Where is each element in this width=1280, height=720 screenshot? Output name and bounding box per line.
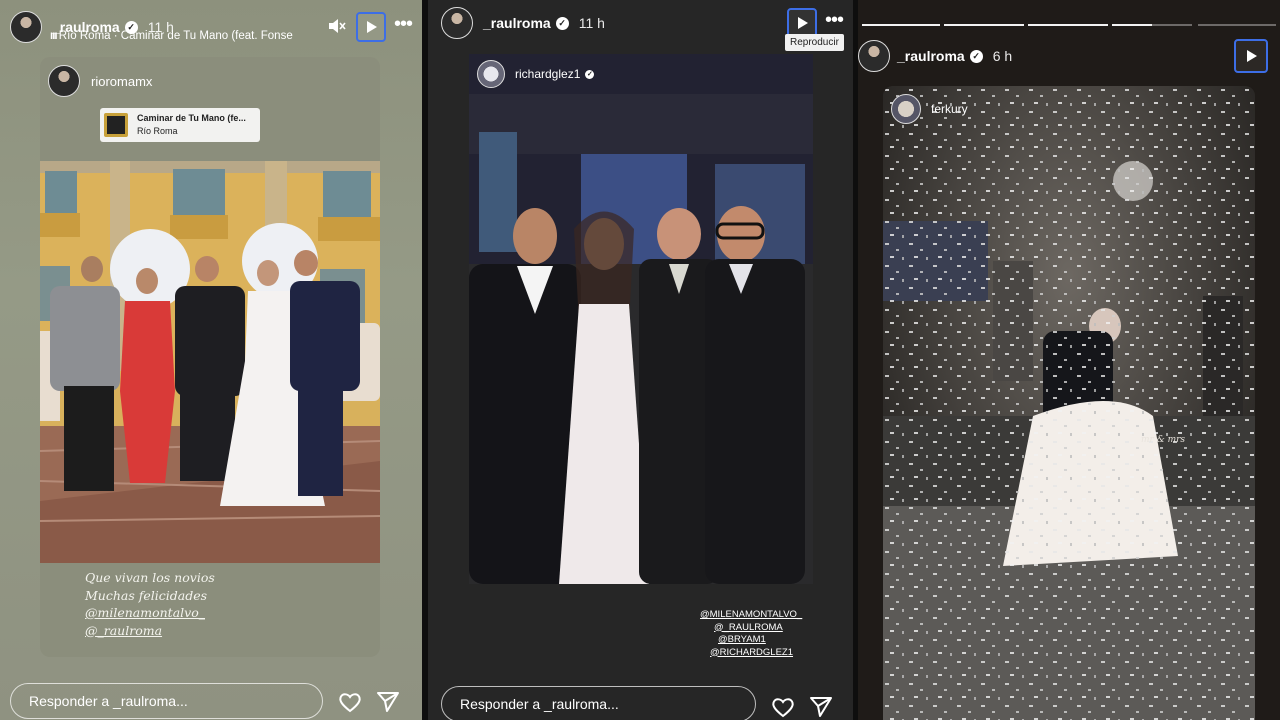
progress-segment (862, 24, 940, 26)
song-line: Río Roma · Caminar de Tu Mano (feat. Fon… (58, 30, 293, 42)
repost-username[interactable]: rioromamx (91, 74, 152, 89)
avatar[interactable] (441, 7, 473, 39)
story-username[interactable]: _raulroma (897, 48, 965, 64)
send-icon[interactable] (808, 694, 834, 720)
more-options-icon[interactable]: ••• (825, 10, 844, 31)
repost-card[interactable]: ferkury mr & mrs (883, 86, 1255, 720)
repost-avatar[interactable] (48, 65, 80, 97)
sticker-title: Caminar de Tu Mano (fe... (137, 113, 246, 123)
mention-link[interactable]: @milenamontalvo_ (85, 604, 215, 622)
repost-avatar[interactable] (891, 94, 921, 124)
reply-placeholder: Responder a _raulroma... (460, 696, 619, 712)
story-caption: Que vivan los novios Muchas felicidades … (85, 569, 215, 639)
mention-link[interactable]: @RICHARDGLEZ1 (710, 647, 802, 660)
song-info[interactable]: ııı Río Roma · Caminar de Tu Mano (feat.… (50, 30, 293, 42)
play-button[interactable] (355, 12, 386, 42)
repost-username[interactable]: ferkury (931, 102, 968, 116)
mention-link[interactable]: @_raulroma (85, 622, 215, 640)
muted-speaker-icon[interactable] (328, 18, 346, 37)
progress-segment (1152, 24, 1192, 26)
sticker-artist: Río Roma (137, 126, 178, 136)
story-panel-2[interactable]: _raulroma ✓ 11 h ••• Reproducir richardg… (428, 0, 853, 720)
verified-badge-icon: ✓ (585, 69, 595, 79)
album-art (104, 113, 128, 137)
story-photo (40, 161, 380, 563)
verified-badge-icon: ✓ (555, 16, 569, 30)
reply-input[interactable]: Responder a _raulroma... (10, 683, 323, 719)
more-options-icon[interactable]: ••• (394, 14, 413, 35)
repost-card[interactable]: rioromamx Caminar de Tu Mano (fe... Río … (40, 57, 380, 657)
story-panel-1[interactable]: _raulroma ✓ 11 h ••• ııı Río Roma · Cami… (0, 0, 422, 720)
story-header: _raulroma ✓ 11 h ••• (441, 7, 844, 39)
reply-placeholder: Responder a _raulroma... (29, 693, 188, 709)
play-icon (366, 21, 377, 33)
mention-link[interactable]: @MILENAMONTALVO_ (700, 609, 802, 622)
progress-segment (1198, 24, 1276, 26)
caption-line: Que vivan los novios (85, 570, 215, 585)
music-sticker[interactable]: Caminar de Tu Mano (fe... Río Roma (100, 108, 260, 142)
avatar[interactable] (10, 11, 42, 43)
play-button[interactable] (1234, 39, 1268, 73)
avatar[interactable] (858, 40, 890, 72)
story-photo (469, 54, 813, 584)
play-icon (1247, 50, 1257, 62)
play-icon (797, 17, 808, 29)
repost-header: ferkury (891, 94, 968, 124)
mentions-block: @MILENAMONTALVO_ @_RAULROMA @BRYAM1 @RIC… (700, 609, 802, 659)
story-panel-3[interactable]: _raulroma ✓ 6 h ferkury mr & mrs (858, 0, 1280, 720)
verified-badge-icon: ✓ (969, 49, 983, 63)
repost-avatar[interactable] (477, 60, 505, 88)
story-timestamp: 6 h (992, 48, 1013, 64)
repost-card[interactable]: richardglez1 ✓ (469, 54, 813, 584)
progress-segment (944, 24, 1024, 26)
story-header: _raulroma ✓ 6 h (858, 39, 1268, 73)
repost-header: richardglez1 ✓ (477, 60, 595, 88)
heart-icon[interactable] (770, 694, 796, 720)
reply-input[interactable]: Responder a _raulroma... (441, 686, 756, 720)
mention-link[interactable]: @_RAULROMA (714, 622, 802, 635)
caption-line: Muchas felicidades (85, 587, 208, 603)
play-tooltip: Reproducir (785, 34, 844, 51)
music-bars-icon: ııı (50, 30, 59, 42)
heart-icon[interactable] (337, 689, 363, 715)
repost-header: rioromamx (48, 65, 152, 97)
overlay-text: mr & mrs (1141, 435, 1186, 445)
story-timestamp: 11 h (578, 15, 605, 31)
send-icon[interactable] (375, 689, 401, 715)
mention-link[interactable]: @BRYAM1 (718, 634, 802, 647)
repost-username[interactable]: richardglez1 (515, 67, 580, 81)
story-photo (883, 86, 1255, 720)
story-username[interactable]: _raulroma (483, 15, 551, 31)
progress-segment (1028, 24, 1108, 26)
progress-segment (1112, 24, 1152, 26)
